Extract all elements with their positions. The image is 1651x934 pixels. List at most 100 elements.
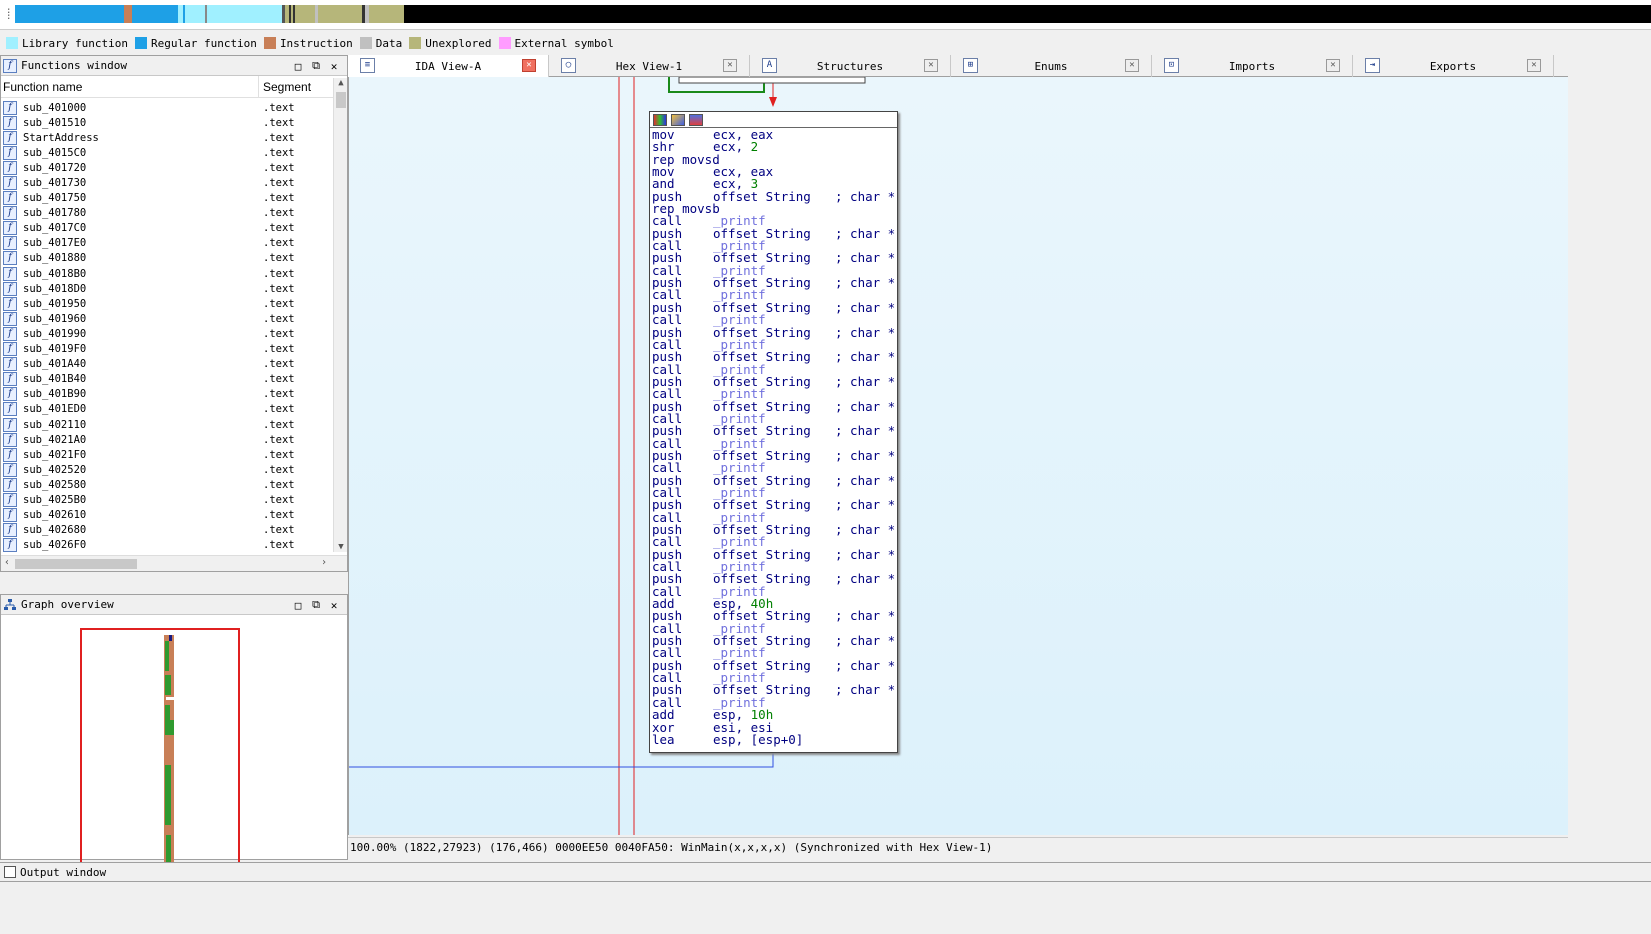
function-row[interactable]: f StartAddress .text xyxy=(1,130,333,145)
function-row[interactable]: f sub_402520 .text xyxy=(1,462,333,477)
function-row[interactable]: f sub_401B40 .text xyxy=(1,372,333,387)
column-segment[interactable]: Segment xyxy=(259,76,333,97)
node-rename-icon[interactable] xyxy=(671,113,685,126)
scroll-right-icon[interactable]: › xyxy=(321,557,327,568)
scroll-down-icon[interactable]: ▼ xyxy=(334,542,348,552)
navigation-strip[interactable] xyxy=(15,5,1651,23)
function-row[interactable]: f sub_401A40 .text xyxy=(1,357,333,372)
close-icon[interactable]: ✕ xyxy=(1527,59,1541,72)
function-row[interactable]: f sub_401B90 .text xyxy=(1,387,333,402)
function-row[interactable]: f sub_401720 .text xyxy=(1,160,333,175)
instruction-line[interactable]: rep movsb xyxy=(652,202,897,215)
function-row[interactable]: f sub_401950 .text xyxy=(1,296,333,311)
close-icon[interactable]: ✕ xyxy=(325,58,343,74)
disassembly-listing[interactable]: mov ecx, eax shr ecx, 2 rep movsd mov ecx, eax… xyxy=(650,128,897,746)
function-row[interactable]: f sub_401880 .text xyxy=(1,251,333,266)
instruction-line[interactable]: push offset String; char * xyxy=(652,609,897,622)
previous-node[interactable] xyxy=(678,77,866,84)
tab-imports[interactable]: ⊡ Imports ✕ xyxy=(1152,55,1353,77)
instruction-line[interactable]: push offset String; char * xyxy=(652,424,897,437)
graph-overview-titlebar[interactable]: Graph overview □ ⧉ ✕ xyxy=(1,595,347,615)
close-icon[interactable]: ✕ xyxy=(723,59,737,72)
node-group-icon[interactable] xyxy=(689,113,703,126)
scroll-up-icon[interactable]: ▲ xyxy=(334,78,348,88)
node-color-icon[interactable] xyxy=(653,113,667,126)
instruction-line[interactable]: push offset String; char * xyxy=(652,276,897,289)
vertical-scrollbar[interactable]: ▲ ▼ xyxy=(333,78,347,552)
scroll-left-icon[interactable]: ‹ xyxy=(4,557,10,568)
graph-overview-canvas[interactable] xyxy=(1,615,347,877)
function-row[interactable]: f sub_4025B0 .text xyxy=(1,492,333,507)
instruction-line[interactable]: push offset String; char * xyxy=(652,548,897,561)
instruction-line[interactable]: rep movsd xyxy=(652,153,897,166)
function-row[interactable]: f sub_401730 .text xyxy=(1,175,333,191)
function-row[interactable]: f sub_401990 .text xyxy=(1,326,333,341)
instruction-line[interactable]: push offset String; char * xyxy=(652,498,897,511)
function-row[interactable]: f sub_4017E0 .text xyxy=(1,236,333,251)
function-row[interactable]: f sub_401510 .text xyxy=(1,115,333,130)
tab-ida-view-a[interactable]: ≡ IDA View-A ✕ xyxy=(348,55,549,77)
instruction-line[interactable]: push offset String; char * xyxy=(652,684,897,697)
instruction-line[interactable]: lea esp, [esp+0] xyxy=(652,733,897,746)
instruction-line[interactable]: push offset String; char * xyxy=(652,449,897,462)
scroll-thumb[interactable] xyxy=(336,92,346,108)
instruction-line[interactable]: add esp, 10h xyxy=(652,708,897,721)
float-icon[interactable]: ⧉ xyxy=(307,58,325,74)
instruction-line[interactable]: mov ecx, eax xyxy=(652,165,897,178)
tab-exports[interactable]: ⇥ Exports ✕ xyxy=(1353,55,1554,77)
function-row[interactable]: f sub_401960 .text xyxy=(1,311,333,326)
instruction-line[interactable]: mov ecx, eax xyxy=(652,128,897,141)
instruction-line[interactable]: call _printf xyxy=(652,696,897,709)
viewport-frame[interactable] xyxy=(80,628,240,877)
function-row[interactable]: f sub_4026F0 .text xyxy=(1,538,333,552)
restore-icon[interactable]: □ xyxy=(289,597,307,613)
node-titlebar[interactable] xyxy=(650,112,897,128)
ida-graph-view[interactable]: mov ecx, eax shr ecx, 2 rep movsd mov ecx, eax… xyxy=(348,77,1568,835)
close-icon[interactable]: ✕ xyxy=(1125,59,1139,72)
instruction-line[interactable]: push offset String; char * xyxy=(652,326,897,339)
function-row[interactable]: f sub_4019F0 .text xyxy=(1,342,333,357)
tab-enums[interactable]: ⊞ Enums ✕ xyxy=(951,55,1152,77)
instruction-line[interactable]: push offset String; char * xyxy=(652,375,897,388)
function-row[interactable]: f sub_4017C0 .text xyxy=(1,221,333,236)
instruction-line[interactable]: push offset String; char * xyxy=(652,523,897,536)
instruction-line[interactable]: call _printf xyxy=(652,585,897,598)
function-row[interactable]: f sub_402610 .text xyxy=(1,508,333,523)
close-icon[interactable]: ✕ xyxy=(522,59,536,72)
functions-window-titlebar[interactable]: f Functions window □ ⧉ ✕ xyxy=(1,56,347,76)
function-row[interactable]: f sub_401750 .text xyxy=(1,191,333,206)
function-row[interactable]: f sub_402580 .text xyxy=(1,477,333,492)
instruction-line[interactable]: push offset String; char * xyxy=(652,659,897,672)
column-function-name[interactable]: Function name xyxy=(1,76,259,97)
instruction-line[interactable]: push offset String; char * xyxy=(652,301,897,314)
navigation-band[interactable]: :: xyxy=(0,0,1651,30)
output-window-bar[interactable]: Output window xyxy=(0,862,1651,882)
instruction-line[interactable]: push offset String; char * xyxy=(652,227,897,240)
restore-icon[interactable]: □ xyxy=(289,58,307,74)
horizontal-scrollbar[interactable]: ‹ › xyxy=(1,555,347,571)
instruction-line[interactable]: push offset String; char * xyxy=(652,252,897,265)
function-row[interactable]: f sub_401780 .text xyxy=(1,206,333,221)
scroll-thumb[interactable] xyxy=(15,559,137,569)
tab-structures[interactable]: A Structures ✕ xyxy=(750,55,951,77)
function-row[interactable]: f sub_401000 .text xyxy=(1,100,333,115)
function-row[interactable]: f sub_4021A0 .text xyxy=(1,432,333,447)
float-icon[interactable]: ⧉ xyxy=(307,597,325,613)
instruction-line[interactable]: push offset String; char * xyxy=(652,474,897,487)
code-block-node[interactable]: mov ecx, eax shr ecx, 2 rep movsd mov ecx, eax… xyxy=(649,111,898,753)
function-row[interactable]: f sub_402680 .text xyxy=(1,523,333,538)
tab-hex-view-1[interactable]: ◯ Hex View-1 ✕ xyxy=(549,55,750,77)
function-row[interactable]: f sub_4018B0 .text xyxy=(1,266,333,281)
close-icon[interactable]: ✕ xyxy=(1326,59,1340,72)
instruction-line[interactable]: push offset String; char * xyxy=(652,572,897,585)
close-icon[interactable]: ✕ xyxy=(924,59,938,72)
function-row[interactable]: f sub_4015C0 .text xyxy=(1,145,333,160)
function-row[interactable]: f sub_401ED0 .text xyxy=(1,402,333,417)
function-row[interactable]: f sub_402110 .text xyxy=(1,417,333,432)
instruction-line[interactable]: push offset String; char * xyxy=(652,350,897,363)
function-row[interactable]: f sub_4018D0 .text xyxy=(1,281,333,296)
instruction-line[interactable]: push offset String; char * xyxy=(652,634,897,647)
close-icon[interactable]: ✕ xyxy=(325,597,343,613)
instruction-line[interactable]: push offset String; char * xyxy=(652,400,897,413)
function-row[interactable]: f sub_4021F0 .text xyxy=(1,447,333,462)
